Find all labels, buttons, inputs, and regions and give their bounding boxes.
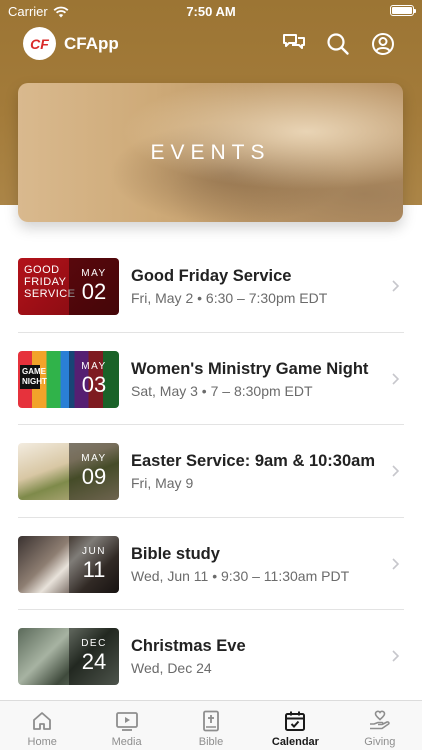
event-row[interactable]: GAME NIGHT MAY 03 Women's Ministry Game …: [0, 333, 422, 425]
event-thumbnail: GOOD FRIDAY SERVICE MAY 02: [18, 258, 119, 315]
app-title: CFApp: [64, 34, 119, 53]
event-row[interactable]: DEC 24 Christmas Eve Wed, Dec 24: [0, 610, 422, 703]
app-logo[interactable]: CF: [23, 27, 56, 60]
event-row[interactable]: JUN 11 Bible study Wed, Jun 11 • 9:30 – …: [0, 518, 422, 610]
event-time: Wed, Jun 11 • 9:30 – 11:30am PDT: [131, 567, 350, 584]
home-icon: [33, 712, 52, 730]
event-thumbnail: GAME NIGHT MAY 03: [18, 350, 119, 408]
media-icon: [115, 712, 138, 731]
chevron-right-icon: [392, 280, 400, 292]
event-title: Easter Service: 9am & 10:30am: [131, 452, 375, 470]
tab-calendar[interactable]: Calendar: [253, 701, 337, 750]
tab-giving[interactable]: Giving: [338, 701, 422, 750]
chevron-right-icon: [392, 650, 400, 662]
tab-media[interactable]: Media: [84, 701, 168, 750]
date-badge: MAY 09: [69, 443, 119, 500]
account-icon: [372, 33, 394, 55]
event-title: Good Friday Service: [131, 267, 292, 285]
messages-button[interactable]: [281, 31, 307, 57]
chevron-right-icon: [392, 557, 400, 570]
event-thumbnail: DEC 24: [18, 628, 119, 685]
chevron-right-icon: [392, 372, 400, 385]
date-badge: MAY 02: [69, 258, 119, 315]
event-time: Wed, Dec 24: [131, 660, 212, 676]
event-time: Fri, May 9: [131, 475, 194, 491]
event-title: Christmas Eve: [131, 637, 246, 655]
chat-icon: [283, 34, 305, 49]
event-time: Sat, May 3 • 7 – 8:30pm EDT: [131, 382, 313, 399]
event-time: Fri, May 2 • 6:30 – 7:30pm EDT: [131, 290, 328, 306]
event-title: Women's Ministry Game Night: [131, 359, 369, 378]
tab-bar: Home Media Bible Calendar Giving: [0, 700, 422, 750]
bible-icon: [203, 710, 219, 732]
search-icon: [327, 33, 349, 55]
chevron-right-icon: [392, 465, 400, 477]
status-time: 7:50 AM: [186, 4, 236, 19]
status-bar: Carrier 7:50 AM: [0, 0, 422, 22]
giving-icon: [369, 710, 390, 730]
events-banner: EVENTS: [18, 83, 403, 222]
app-bar: CF CFApp: [0, 24, 422, 64]
profile-button[interactable]: [370, 31, 396, 57]
event-thumbnail: JUN 11: [18, 535, 119, 593]
calendar-icon: [285, 711, 306, 731]
date-badge: MAY 03: [69, 350, 119, 408]
tab-home[interactable]: Home: [0, 701, 84, 750]
date-badge: JUN 11: [69, 535, 119, 593]
tab-bible[interactable]: Bible: [169, 701, 253, 750]
thumbnail-caption: GAME NIGHT: [20, 364, 47, 389]
event-row[interactable]: GOOD FRIDAY SERVICE MAY 02 Good Friday S…: [0, 240, 422, 333]
date-badge: DEC 24: [69, 628, 119, 685]
event-title: Bible study: [131, 544, 220, 563]
event-list: GOOD FRIDAY SERVICE MAY 02 Good Friday S…: [0, 240, 422, 703]
search-button[interactable]: [325, 31, 351, 57]
battery-icon: [390, 5, 416, 16]
event-row[interactable]: MAY 09 Easter Service: 9am & 10:30am Fri…: [0, 425, 422, 518]
event-thumbnail: MAY 09: [18, 443, 119, 500]
banner-title: EVENTS: [150, 141, 271, 164]
